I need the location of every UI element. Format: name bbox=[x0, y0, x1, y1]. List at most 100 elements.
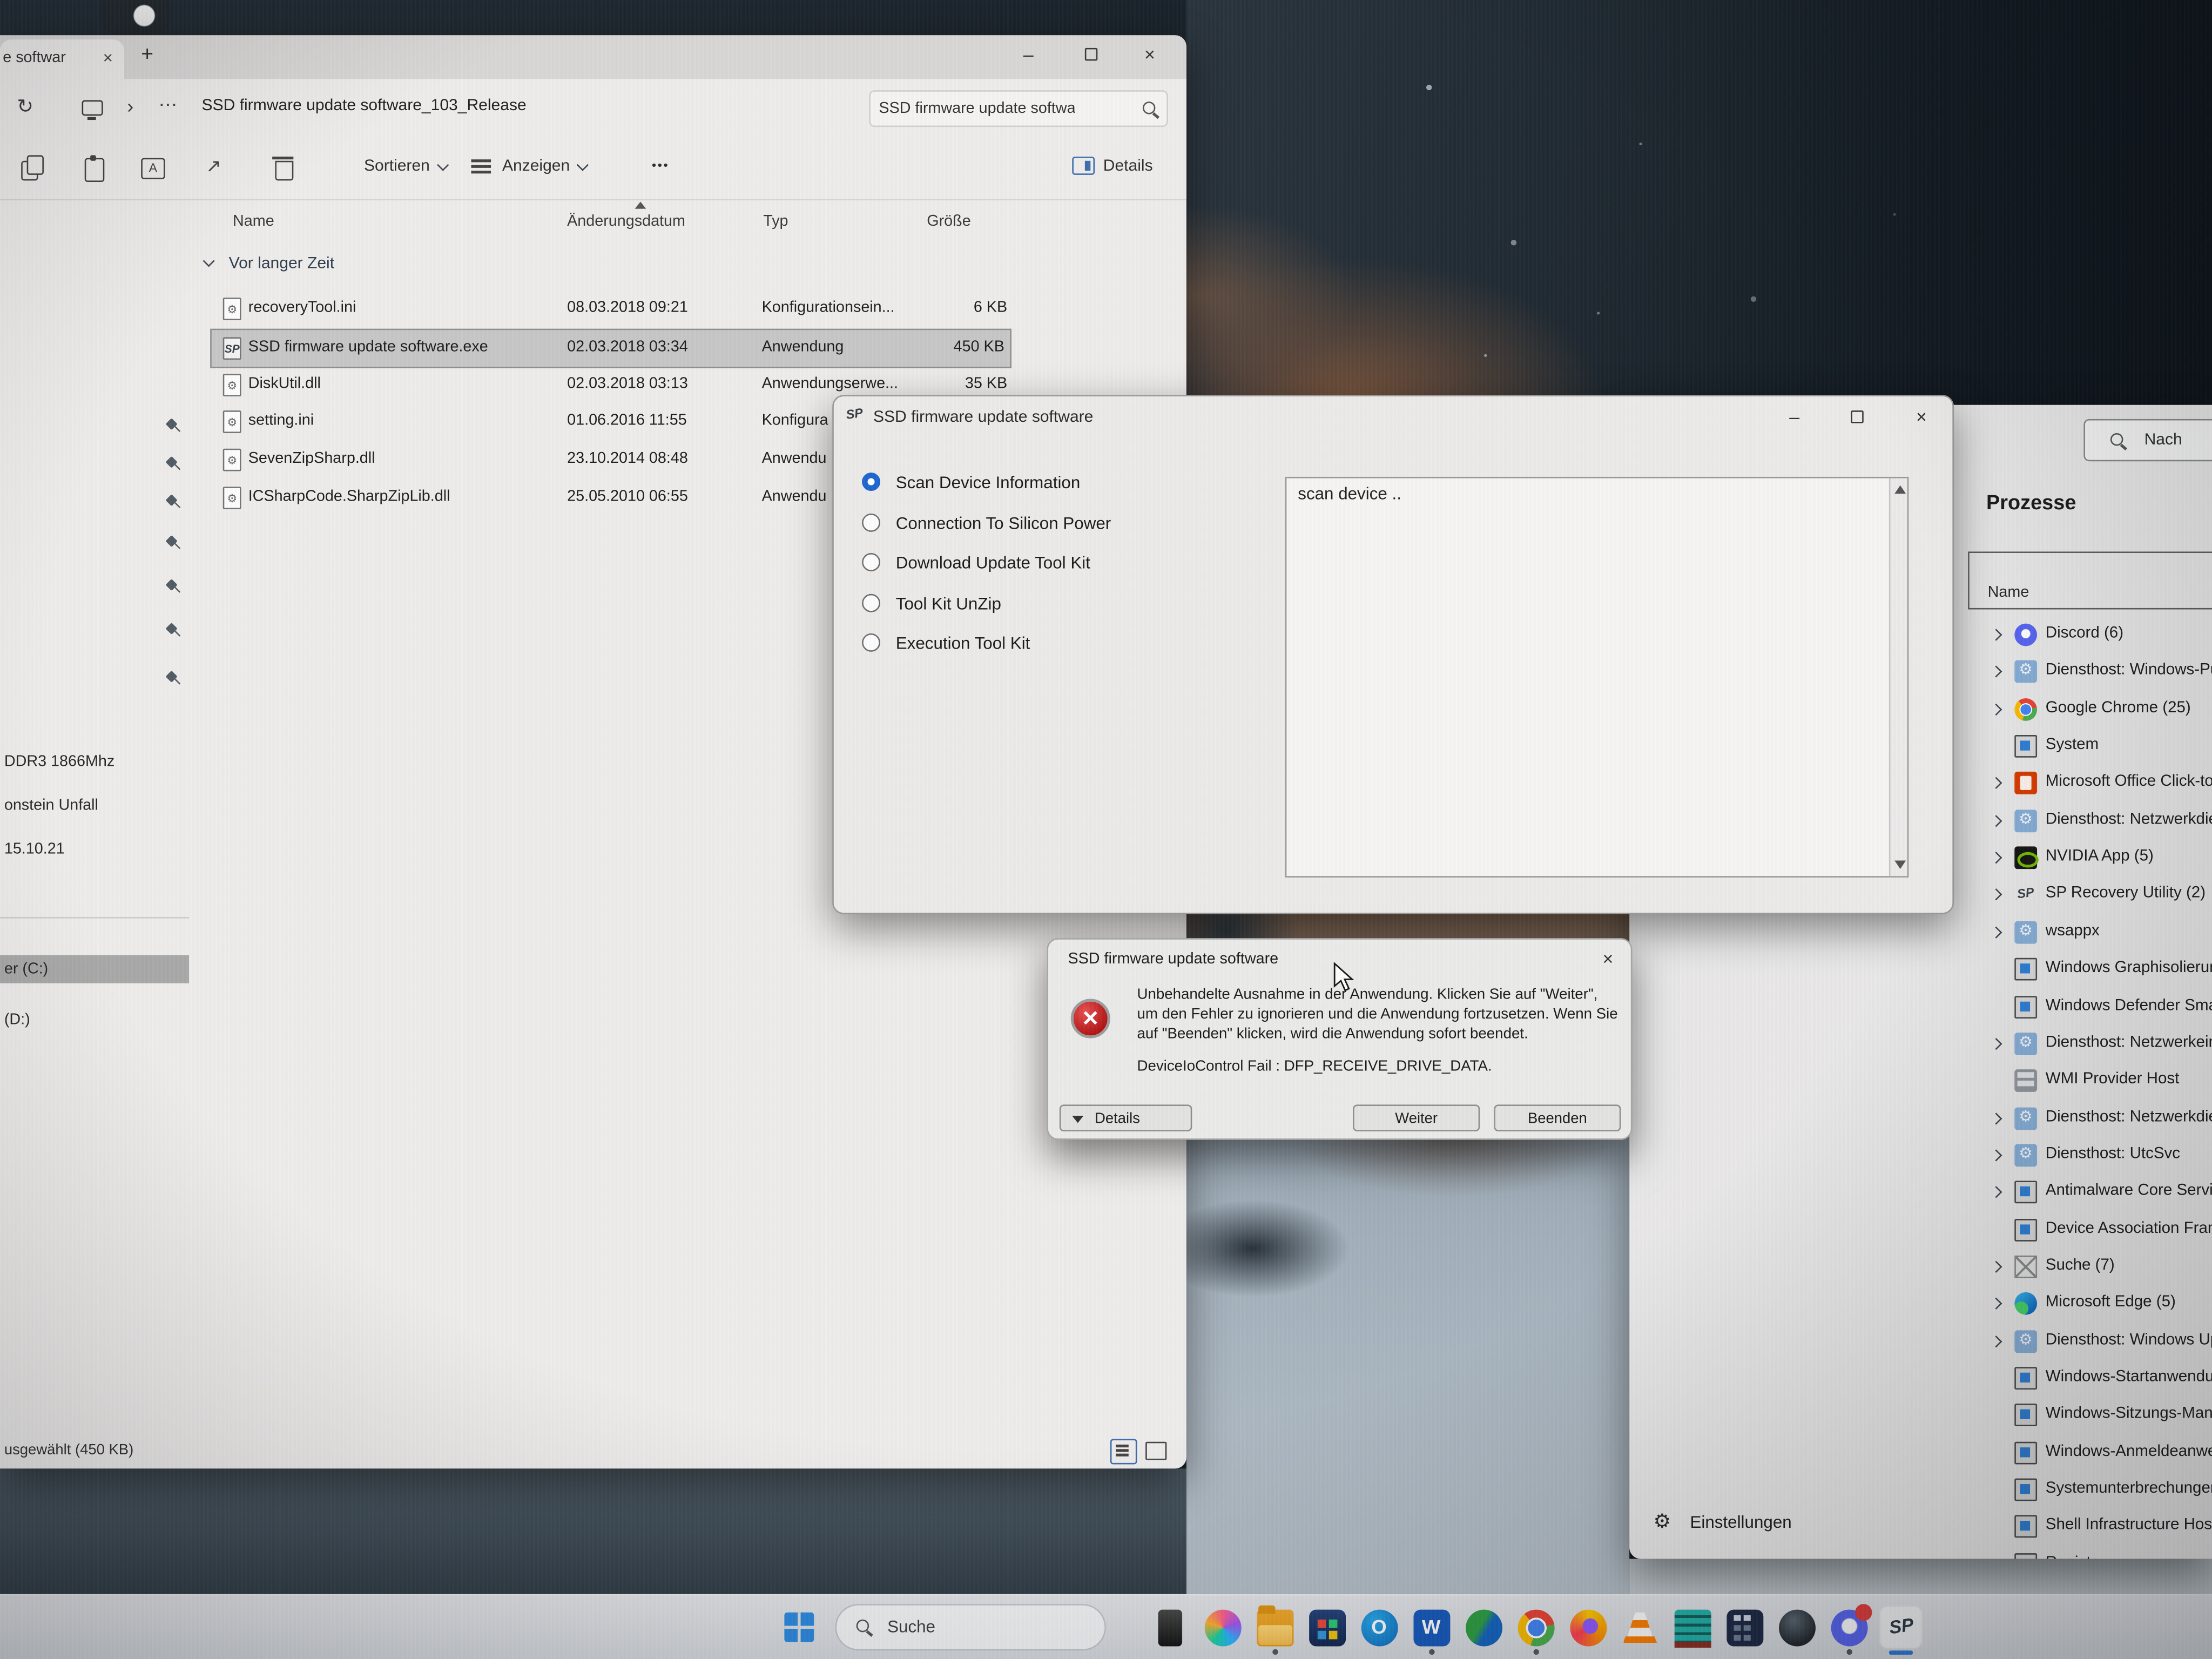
dark-app-icon[interactable] bbox=[1148, 1606, 1192, 1649]
scroll-up-icon[interactable] bbox=[1894, 485, 1906, 494]
sp-utility-icon[interactable]: SP bbox=[1879, 1606, 1923, 1649]
expand-chevron-icon[interactable] bbox=[1990, 889, 2002, 901]
expand-chevron-icon[interactable] bbox=[1990, 778, 2002, 790]
expand-chevron-icon[interactable] bbox=[1990, 1038, 2002, 1050]
dialog-close-icon[interactable]: × bbox=[1603, 948, 1614, 969]
continue-button[interactable]: Weiter bbox=[1353, 1104, 1480, 1131]
delete-button[interactable] bbox=[271, 155, 296, 180]
process-row[interactable]: Microsoft Edge (5) bbox=[1629, 1289, 2212, 1324]
teams-icon[interactable] bbox=[1461, 1606, 1505, 1649]
expand-chevron-icon[interactable] bbox=[1990, 926, 2002, 938]
process-row[interactable]: Windows Graphisolierung bbox=[1629, 954, 2212, 989]
firefox-icon[interactable] bbox=[1566, 1606, 1610, 1649]
sort-dropdown[interactable]: Sortieren bbox=[364, 158, 447, 175]
taskbar-search[interactable]: Suche bbox=[835, 1604, 1106, 1650]
file-explorer-icon[interactable] bbox=[1253, 1606, 1297, 1649]
expand-chevron-icon[interactable] bbox=[1990, 1298, 2002, 1310]
process-column-header[interactable]: Name bbox=[1968, 551, 2212, 609]
task-manager-search-box[interactable]: Nach bbox=[2083, 419, 2212, 461]
minimize-button[interactable]: – bbox=[1007, 41, 1049, 66]
breadcrumb-more-icon[interactable]: … bbox=[158, 87, 178, 110]
radio-unselected-icon[interactable] bbox=[862, 514, 880, 532]
process-row[interactable]: ⚙Diensthost: UtcSvc bbox=[1629, 1139, 2212, 1175]
expand-chevron-icon[interactable] bbox=[1990, 1112, 2002, 1124]
icons-view-toggle[interactable] bbox=[1145, 1442, 1166, 1460]
sidebar-item[interactable]: onstein Unfall bbox=[0, 791, 107, 819]
process-row[interactable]: Systemunterbrechungen bbox=[1629, 1474, 2212, 1509]
expand-chevron-icon[interactable] bbox=[1990, 1261, 2002, 1273]
details-button[interactable]: Details bbox=[1060, 1104, 1192, 1131]
microsoft-store-icon[interactable] bbox=[1305, 1606, 1348, 1649]
process-row[interactable]: WMI Provider Host bbox=[1629, 1065, 2212, 1101]
refresh-icon[interactable]: ↻ bbox=[17, 95, 33, 118]
close-button[interactable]: × bbox=[1129, 41, 1171, 66]
copy-button[interactable] bbox=[20, 155, 45, 180]
copilot-icon[interactable] bbox=[1201, 1606, 1244, 1649]
chevron-right-icon[interactable]: › bbox=[127, 95, 133, 117]
process-row[interactable]: Windows Defender Smart bbox=[1629, 991, 2212, 1026]
scrollbar[interactable] bbox=[1889, 478, 1907, 876]
expand-chevron-icon[interactable] bbox=[1990, 703, 2002, 715]
explorer-search-box[interactable]: SSD firmware update softwa bbox=[869, 90, 1168, 127]
radio-unselected-icon[interactable] bbox=[862, 594, 880, 612]
radio-unselected-icon[interactable] bbox=[862, 553, 880, 571]
sidebar-item[interactable]: er (C:) bbox=[0, 955, 189, 983]
expand-chevron-icon[interactable] bbox=[1990, 1149, 2002, 1161]
expand-chevron-icon[interactable] bbox=[1990, 1186, 2002, 1198]
column-size[interactable]: Größe bbox=[927, 213, 970, 230]
sidebar-item[interactable]: (D:) bbox=[0, 1006, 38, 1034]
notepad-icon[interactable] bbox=[1670, 1606, 1714, 1649]
tab-close-icon[interactable]: × bbox=[103, 48, 113, 68]
process-row[interactable]: Suche (7) bbox=[1629, 1251, 2212, 1286]
sidebar-item[interactable]: 15.10.21 bbox=[0, 835, 73, 863]
more-options-button[interactable]: ••• bbox=[652, 158, 670, 172]
details-pane-button[interactable]: Details bbox=[1103, 158, 1153, 175]
expand-chevron-icon[interactable] bbox=[1990, 1335, 2002, 1347]
word-icon[interactable]: W bbox=[1410, 1606, 1453, 1649]
file-row[interactable]: ⚙recoveryTool.ini08.03.2018 09:21Konfigu… bbox=[0, 291, 1186, 327]
process-row[interactable]: ⚙Diensthost: Netzwerkeinri bbox=[1629, 1028, 2212, 1063]
expand-chevron-icon[interactable] bbox=[1990, 666, 2002, 678]
rename-button[interactable]: A bbox=[141, 158, 165, 179]
process-row[interactable]: Registr bbox=[1629, 1549, 2212, 1559]
radio-unselected-icon[interactable] bbox=[862, 633, 880, 652]
quit-button[interactable]: Beenden bbox=[1494, 1104, 1621, 1131]
column-name[interactable]: Name bbox=[233, 213, 274, 230]
calculator-icon[interactable] bbox=[1723, 1606, 1766, 1649]
steam-icon[interactable] bbox=[1775, 1606, 1818, 1649]
maximize-button[interactable] bbox=[1069, 41, 1111, 66]
scroll-down-icon[interactable] bbox=[1894, 860, 1906, 869]
this-pc-icon[interactable] bbox=[82, 100, 103, 116]
process-row[interactable]: ⚙Diensthost: Netzwerkdien bbox=[1629, 1103, 2212, 1138]
process-row[interactable]: Windows-Sitzungs-Mana bbox=[1629, 1400, 2212, 1435]
sidebar-item[interactable]: DDR3 1866Mhz bbox=[0, 747, 123, 775]
close-button[interactable]: × bbox=[1900, 403, 1943, 429]
paste-button[interactable] bbox=[82, 155, 107, 180]
process-row[interactable]: Windows-Anmeldeanwen bbox=[1629, 1437, 2212, 1472]
minimize-button[interactable]: – bbox=[1773, 403, 1816, 429]
outlook-icon[interactable]: O bbox=[1357, 1606, 1401, 1649]
vlc-icon[interactable] bbox=[1618, 1606, 1662, 1649]
maximize-button[interactable] bbox=[1836, 403, 1878, 429]
group-header[interactable]: Vor langer Zeit bbox=[205, 255, 334, 272]
new-tab-button[interactable]: + bbox=[141, 42, 153, 66]
radio-selected-icon[interactable] bbox=[862, 473, 880, 491]
details-view-toggle[interactable] bbox=[1110, 1439, 1137, 1464]
file-row[interactable]: SPSSD firmware update software.exe02.03.… bbox=[212, 330, 1010, 367]
column-date[interactable]: Änderungsdatum bbox=[567, 213, 685, 230]
expand-chevron-icon[interactable] bbox=[1990, 629, 2002, 640]
process-row[interactable]: Device Association Frame bbox=[1629, 1214, 2212, 1249]
process-row[interactable]: ⚙Diensthost: Windows Upd bbox=[1629, 1326, 2212, 1361]
process-row[interactable]: ⚙wsappx bbox=[1629, 916, 2212, 952]
start-button[interactable] bbox=[784, 1613, 814, 1642]
expand-chevron-icon[interactable] bbox=[1990, 815, 2002, 827]
expand-chevron-icon[interactable] bbox=[1990, 852, 2002, 864]
process-row[interactable]: Windows-Startanwendung bbox=[1629, 1363, 2212, 1398]
process-row[interactable]: Antimalware Core Service bbox=[1629, 1177, 2212, 1212]
column-type[interactable]: Typ bbox=[763, 213, 788, 230]
share-button[interactable]: ↗ bbox=[206, 155, 231, 180]
explorer-tab[interactable]: e softwar × bbox=[0, 39, 124, 79]
chrome-icon[interactable] bbox=[1514, 1606, 1557, 1649]
breadcrumb[interactable]: SSD firmware update software_103_Release bbox=[202, 97, 527, 114]
discord-icon[interactable] bbox=[1827, 1606, 1871, 1649]
